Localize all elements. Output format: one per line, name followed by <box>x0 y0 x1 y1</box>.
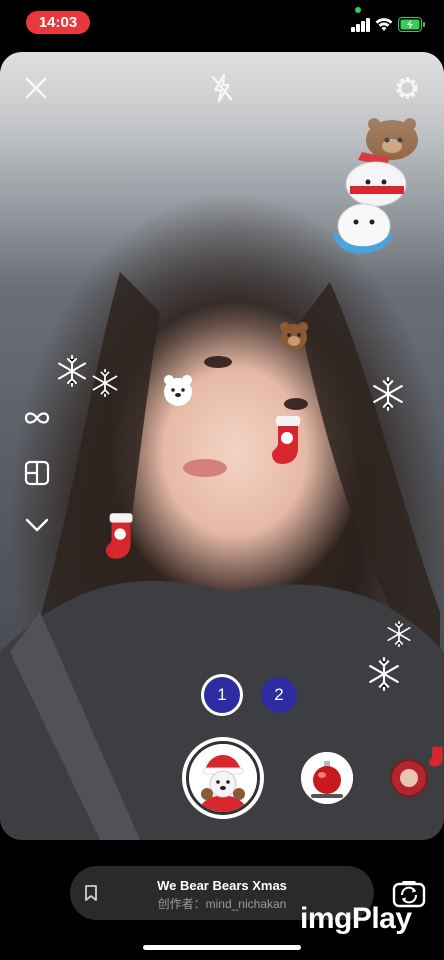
boomerang-infinity-icon <box>24 412 50 424</box>
christmas-stocking-sticker <box>105 513 133 559</box>
ice-bear-face-sticker <box>164 375 192 406</box>
wifi-icon <box>375 18 393 31</box>
camera-preview[interactable] <box>0 52 444 840</box>
shutter-button[interactable] <box>182 737 264 819</box>
flash-toggle-button[interactable] <box>204 70 240 106</box>
status-time[interactable]: 14:03 <box>26 11 90 34</box>
santa-bear-effect-icon <box>189 744 257 812</box>
snowflake-icon <box>369 657 399 691</box>
christmas-ornament-icon <box>301 752 353 804</box>
selected-effect-thumbnail <box>189 744 257 812</box>
close-button[interactable] <box>18 70 54 106</box>
settings-button[interactable] <box>389 70 425 106</box>
subject-photo <box>0 272 444 840</box>
more-tools-button[interactable] <box>22 510 52 540</box>
layout-grid-icon <box>24 460 50 486</box>
status-bar: 14:03 <box>0 0 444 46</box>
chevron-down-icon <box>25 518 49 532</box>
effect-thumbnail-red[interactable] <box>390 759 428 797</box>
shot-counter-2[interactable]: 2 <box>261 677 297 713</box>
settings-gear-icon <box>396 77 418 99</box>
imgplay-watermark: imgPlay <box>300 902 412 935</box>
snowflake-icon <box>373 377 403 411</box>
cellular-signal-icon <box>351 18 371 32</box>
flash-off-icon <box>211 73 233 103</box>
close-icon <box>25 77 47 99</box>
battery-charging-icon <box>398 17 425 32</box>
home-indicator[interactable] <box>143 945 301 950</box>
effect-thumbnail-ornament[interactable] <box>301 752 353 804</box>
bear-stack-sticker <box>334 118 418 254</box>
effect-name: We Bear Bears Xmas <box>157 878 287 893</box>
privacy-indicator-dot <box>355 7 361 13</box>
christmas-stocking-sticker <box>429 746 443 767</box>
snowflake-icon <box>58 355 86 387</box>
shot-counter-1[interactable]: 1 <box>201 674 243 716</box>
grizzly-face-sticker <box>280 322 308 350</box>
christmas-stocking-sticker <box>272 416 300 464</box>
snowflake-icon <box>387 620 411 648</box>
boomerang-mode-button[interactable] <box>22 403 52 433</box>
layout-button[interactable] <box>22 458 52 488</box>
snowflake-icon <box>92 368 118 398</box>
red-filter-effect-icon <box>392 761 426 795</box>
